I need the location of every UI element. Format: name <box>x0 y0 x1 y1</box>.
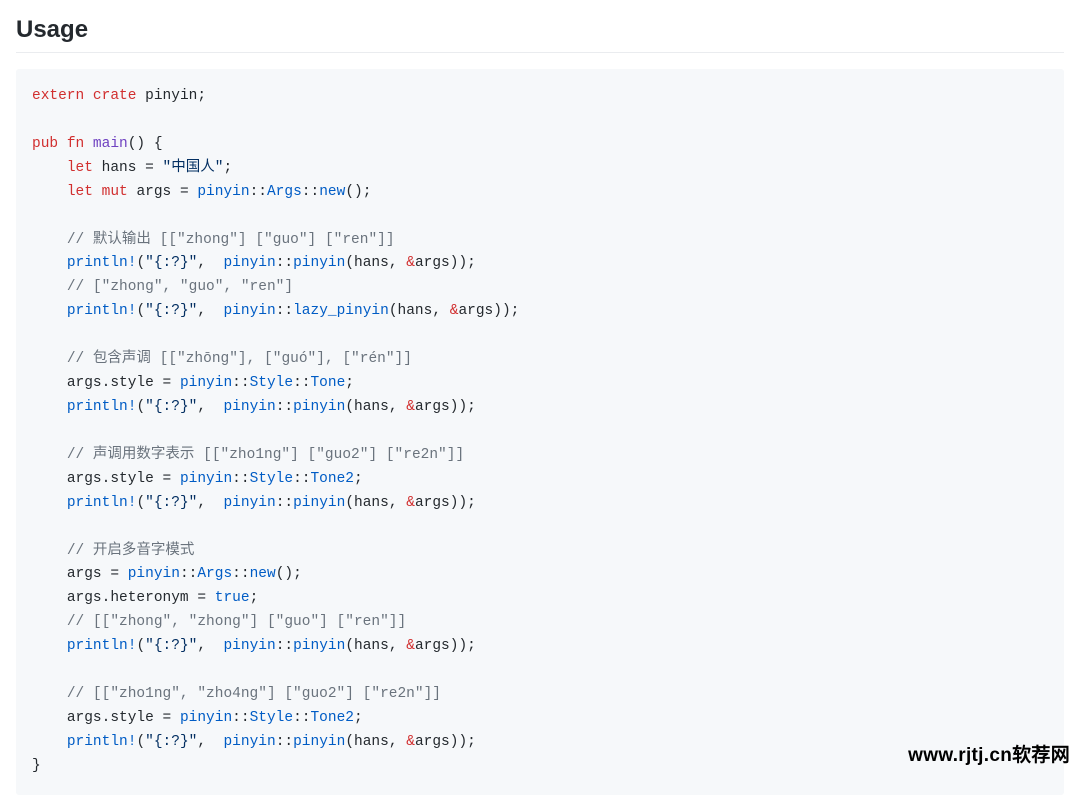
macro-println: println! <box>67 638 137 654</box>
val-tone2: Tone2 <box>310 471 354 487</box>
arg-args: args <box>415 255 450 271</box>
lhs: args.heteronym <box>67 590 189 606</box>
fmt-str: "{:?}" <box>145 255 197 271</box>
comment: // 默认输出 [["zhong"] ["guo"] ["ren"]] <box>67 232 395 248</box>
comment: // [["zho1ng", "zho4ng"] ["guo2"] ["re2n… <box>67 686 441 702</box>
ty-style: Style <box>250 471 294 487</box>
fn-pinyin: pinyin <box>293 495 345 511</box>
ns-pinyin: pinyin <box>128 566 180 582</box>
code-content: extern crate pinyin; pub fn main() { let… <box>32 85 1048 779</box>
arg-hans: hans <box>398 303 433 319</box>
fmt-str: "{:?}" <box>145 734 197 750</box>
arg-args: args <box>458 303 493 319</box>
comment: // 开启多音字模式 <box>67 543 195 559</box>
arg-hans: hans <box>354 255 389 271</box>
kw-let: let <box>67 160 93 176</box>
str-hans: "中国人" <box>163 160 224 176</box>
ty-args: Args <box>267 184 302 200</box>
ty-style: Style <box>250 375 294 391</box>
kw-crate: crate <box>93 88 137 104</box>
fn-pinyin: pinyin <box>293 399 345 415</box>
fmt-str: "{:?}" <box>145 495 197 511</box>
val-tone: Tone <box>310 375 345 391</box>
amp: & <box>406 255 415 271</box>
arg-args: args <box>415 495 450 511</box>
ns-pinyin: pinyin <box>197 184 249 200</box>
amp: & <box>406 734 415 750</box>
val-tone2: Tone2 <box>310 710 354 726</box>
kw-fn: fn <box>67 136 84 152</box>
ns-pinyin: pinyin <box>180 710 232 726</box>
comment: // [["zhong", "zhong"] ["guo"] ["ren"]] <box>67 614 406 630</box>
kw-extern: extern <box>32 88 84 104</box>
kw-mut: mut <box>102 184 128 200</box>
fn-pinyin: pinyin <box>293 638 345 654</box>
ns-pinyin: pinyin <box>223 255 275 271</box>
arg-hans: hans <box>354 399 389 415</box>
fn-pinyin: pinyin <box>293 255 345 271</box>
comment: // 包含声调 [["zhōng"], ["guó"], ["rén"]] <box>67 351 412 367</box>
macro-println: println! <box>67 734 137 750</box>
comment: // 声调用数字表示 [["zho1ng"] ["guo2"] ["re2n"]… <box>67 447 464 463</box>
macro-println: println! <box>67 495 137 511</box>
arg-hans: hans <box>354 734 389 750</box>
lhs: args.style <box>67 710 154 726</box>
kw-let: let <box>67 184 93 200</box>
arg-hans: hans <box>354 495 389 511</box>
fmt-str: "{:?}" <box>145 303 197 319</box>
macro-println: println! <box>67 303 137 319</box>
var-args: args <box>136 184 171 200</box>
ns-pinyin: pinyin <box>180 471 232 487</box>
section-heading: Usage <box>16 16 1064 53</box>
ty-style: Style <box>250 710 294 726</box>
ns-pinyin: pinyin <box>223 399 275 415</box>
crate-name: pinyin <box>145 88 197 104</box>
comment: // ["zhong", "guo", "ren"] <box>67 279 293 295</box>
fn-new: new <box>250 566 276 582</box>
macro-println: println! <box>67 399 137 415</box>
arg-args: args <box>415 638 450 654</box>
lhs: args.style <box>67 471 154 487</box>
ns-pinyin: pinyin <box>223 495 275 511</box>
ns-pinyin: pinyin <box>223 734 275 750</box>
fmt-str: "{:?}" <box>145 399 197 415</box>
kw-pub: pub <box>32 136 58 152</box>
code-block: extern crate pinyin; pub fn main() { let… <box>16 69 1064 795</box>
arg-args: args <box>415 399 450 415</box>
val-true: true <box>215 590 250 606</box>
lhs: args.style <box>67 375 154 391</box>
watermark: www.rjtj.cn软荐网 <box>908 740 1070 767</box>
lhs: args <box>67 566 102 582</box>
macro-println: println! <box>67 255 137 271</box>
fn-main: main <box>93 136 128 152</box>
arg-args: args <box>415 734 450 750</box>
arg-hans: hans <box>354 638 389 654</box>
fn-pinyin: pinyin <box>293 734 345 750</box>
fn-lazy-pinyin: lazy_pinyin <box>293 303 389 319</box>
ns-pinyin: pinyin <box>223 303 275 319</box>
ns-pinyin: pinyin <box>180 375 232 391</box>
ns-pinyin: pinyin <box>223 638 275 654</box>
fn-new: new <box>319 184 345 200</box>
amp: & <box>406 495 415 511</box>
amp: & <box>406 638 415 654</box>
fmt-str: "{:?}" <box>145 638 197 654</box>
var-hans: hans <box>102 160 137 176</box>
amp: & <box>406 399 415 415</box>
ty-args: Args <box>197 566 232 582</box>
